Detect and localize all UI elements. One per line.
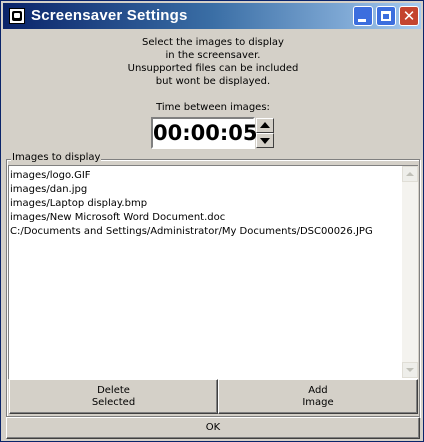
images-group-label: Images to display [11,152,102,163]
close-icon: ✕ [402,7,416,25]
delete-selected-button[interactable]: Delete Selected [9,379,218,414]
add-image-button[interactable]: Add Image [218,379,418,414]
close-button[interactable]: ✕ [399,6,419,26]
minimize-button[interactable] [353,6,373,26]
list-item[interactable]: images/New Microsoft Word Document.doc [10,211,400,225]
scroll-down-button[interactable] [402,362,418,378]
images-list[interactable]: images/logo.GIF images/dan.jpg images/La… [8,165,418,379]
list-item[interactable]: images/Laptop display.bmp [10,197,400,211]
instructions-line: Unsupported files can be included [127,63,299,74]
title-bar[interactable]: Screensaver Settings ✕ [3,3,421,29]
scroll-down-arrow-icon [406,368,414,372]
ok-button[interactable]: OK [6,417,420,439]
time-between-images-label: Time between images: [156,102,270,113]
list-item[interactable]: images/dan.jpg [10,183,400,197]
scroll-up-button[interactable] [402,166,418,182]
time-between-images-input[interactable]: 00:00:05 [151,117,257,149]
maximize-icon [381,11,391,21]
time-decrement-button[interactable] [256,133,274,148]
images-list-items: images/logo.GIF images/dan.jpg images/La… [10,169,400,239]
list-item[interactable]: images/logo.GIF [10,169,400,183]
list-item[interactable]: C:/Documents and Settings/Administrator/… [10,225,400,239]
instructions-text: Select the images to display in the scre… [1,36,424,88]
minimize-icon [358,19,366,22]
screensaver-settings-window: Screensaver Settings ✕ Select the images… [0,0,424,442]
chevron-up-icon [260,122,270,128]
instructions-line: in the screensaver. [165,50,261,61]
chevron-down-icon [260,138,270,144]
instructions-line: but wont be displayed. [155,76,271,87]
scroll-up-arrow-icon [406,172,414,176]
app-icon [9,8,25,24]
vertical-scrollbar[interactable] [402,166,418,378]
time-increment-button[interactable] [256,118,274,133]
window-title: Screensaver Settings [31,7,188,24]
maximize-button[interactable] [376,6,396,26]
instructions-line: Select the images to display [142,37,284,48]
